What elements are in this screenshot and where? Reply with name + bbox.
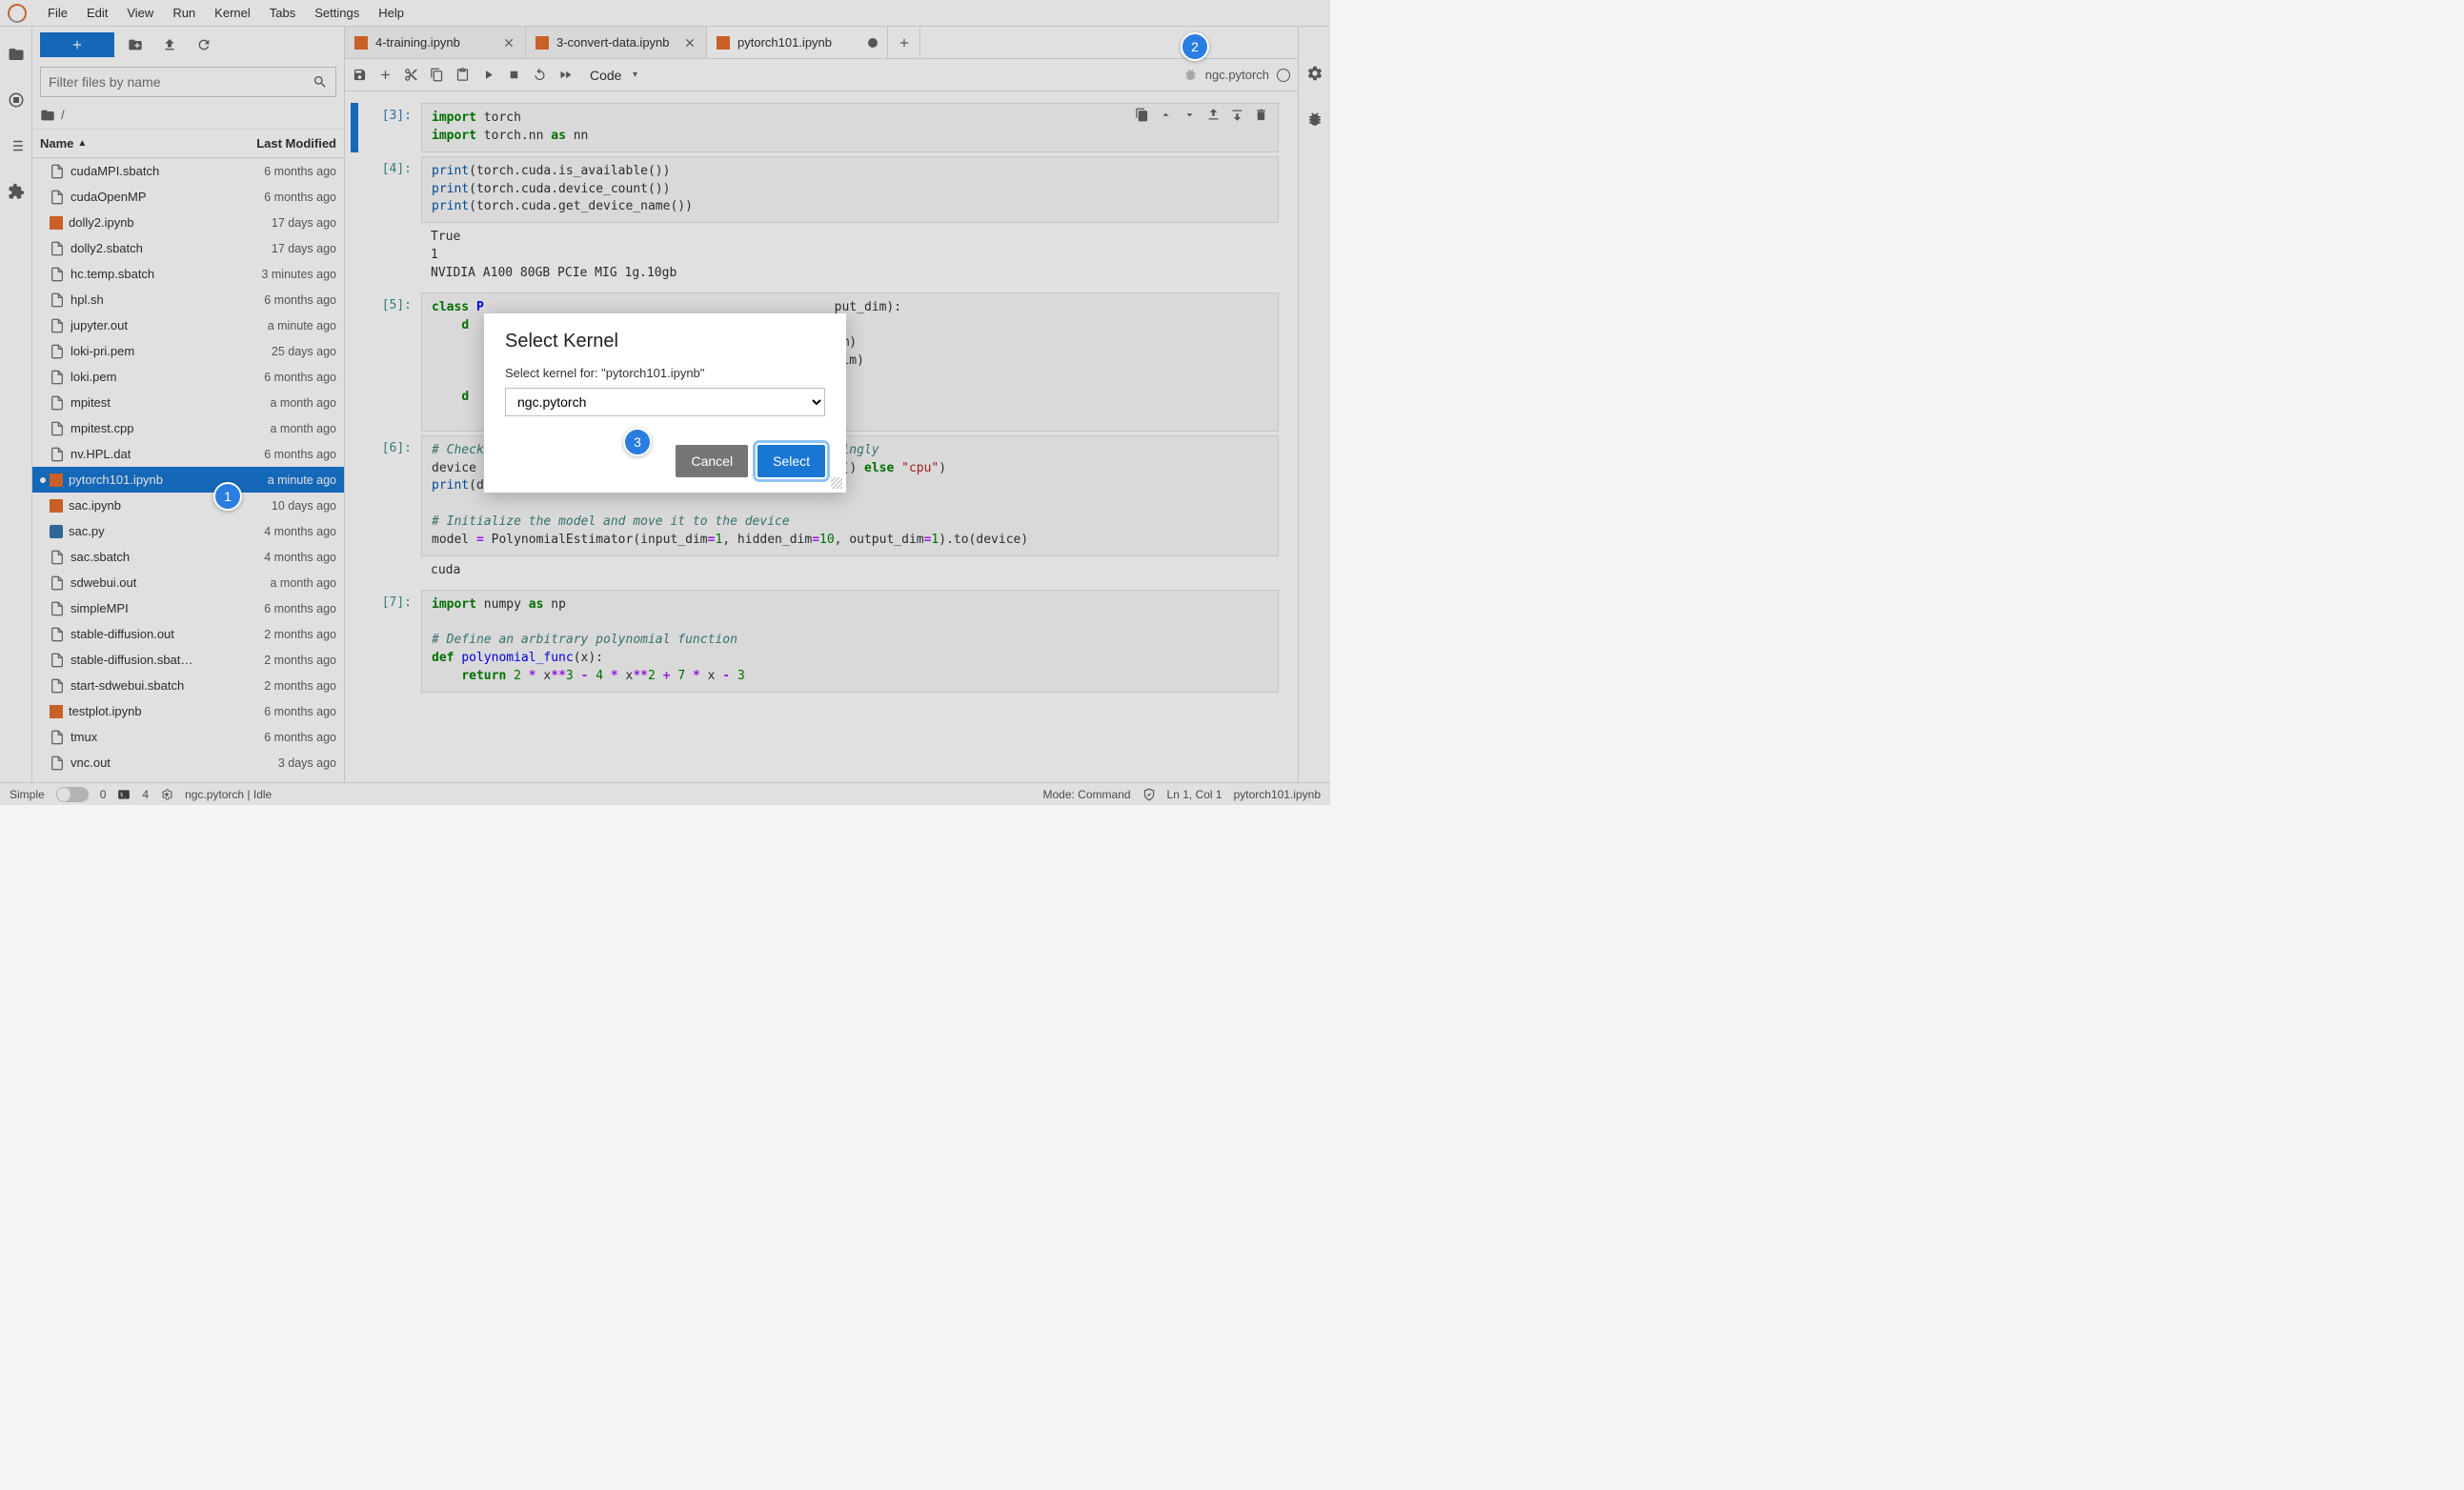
select-button[interactable]: Select <box>757 445 825 477</box>
resize-grip[interactable] <box>831 477 842 489</box>
dialog-label: Select kernel for: "pytorch101.ipynb" <box>505 366 825 380</box>
annotation-1: 1 <box>213 482 242 511</box>
kernel-select-dropdown[interactable]: ngc.pytorch <box>505 388 825 416</box>
dialog-title: Select Kernel <box>505 331 825 352</box>
annotation-2: 2 <box>1181 32 1209 61</box>
select-kernel-dialog: Select Kernel Select kernel for: "pytorc… <box>484 313 846 493</box>
cancel-button[interactable]: Cancel <box>676 445 748 477</box>
annotation-3: 3 <box>623 428 652 456</box>
